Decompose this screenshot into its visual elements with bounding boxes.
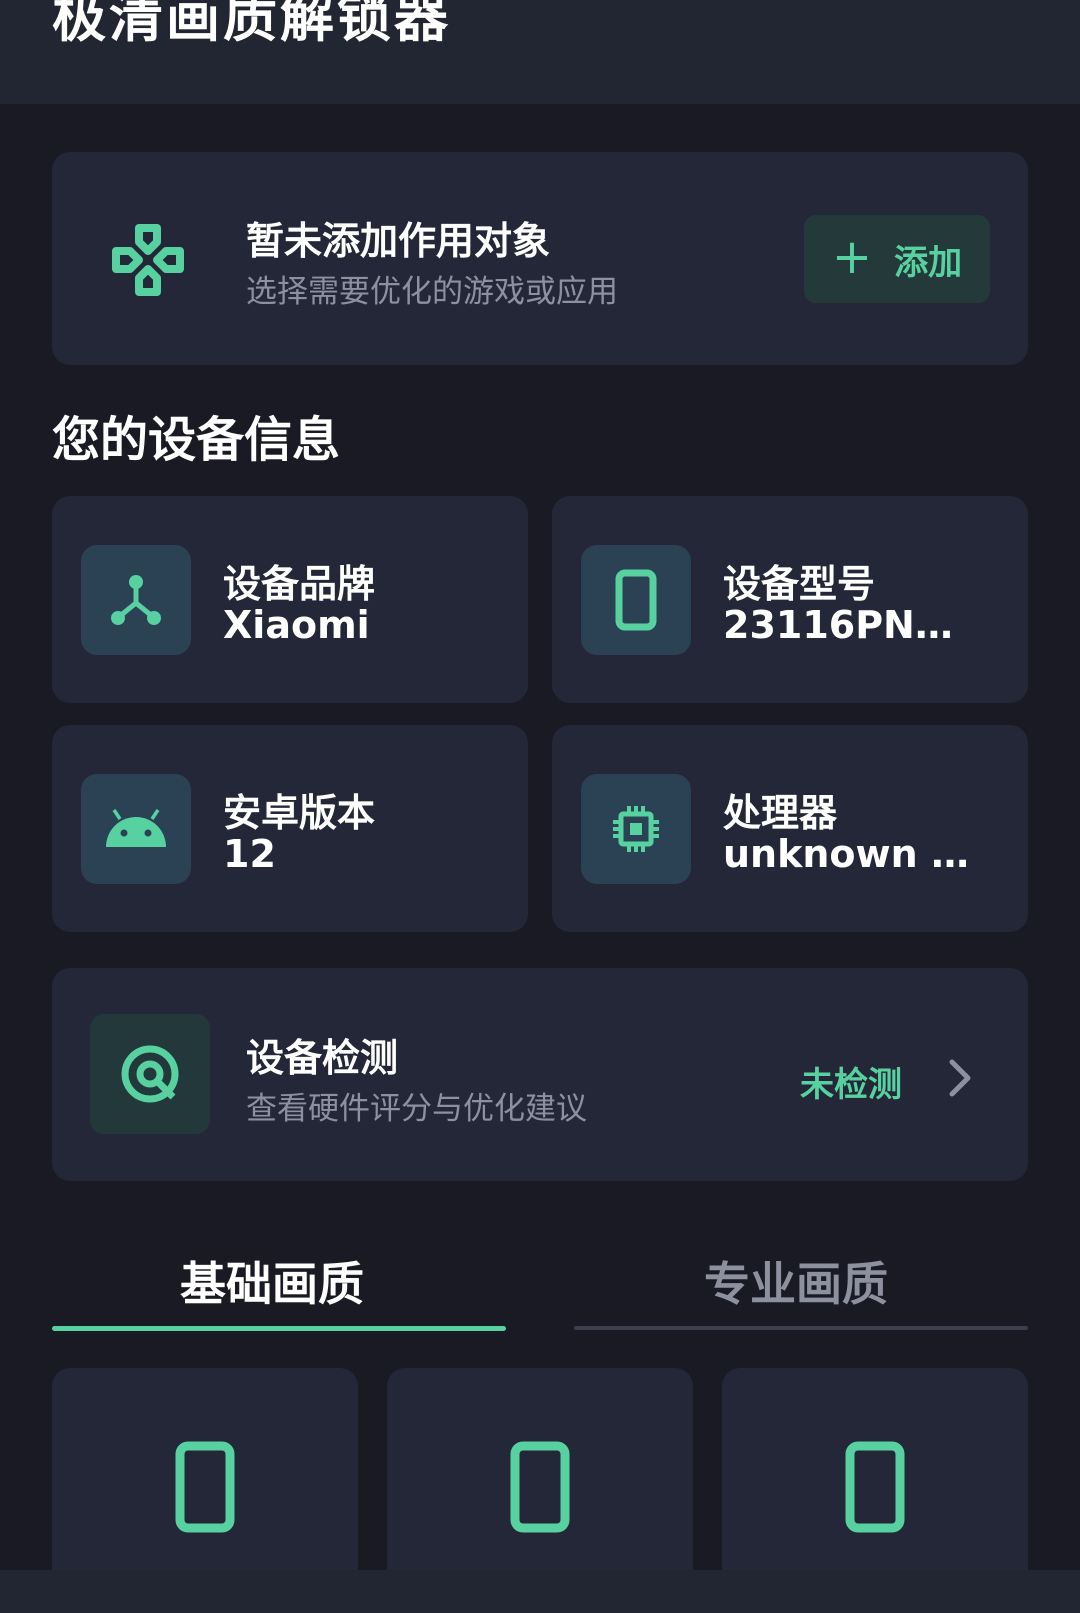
- android-icon: [106, 809, 166, 847]
- app-bar: 极清画质解锁器: [0, 0, 1080, 104]
- tab-basic-quality[interactable]: 基础画质: [180, 1248, 364, 1314]
- target-icon: [121, 1045, 179, 1103]
- android-version-label: 安卓版本: [223, 791, 376, 835]
- detect-status: 未检测: [800, 1065, 902, 1105]
- add-target-button[interactable]: + 添加: [804, 215, 990, 303]
- android-icon-box: [81, 774, 191, 884]
- branch-icon-box: [81, 545, 191, 655]
- device-info-heading: 您的设备信息: [52, 412, 341, 468]
- phone-icon-box: [581, 545, 691, 655]
- chip-icon: [613, 806, 659, 852]
- chip-icon-box: [581, 774, 691, 884]
- phone-icon: [510, 1441, 570, 1533]
- phone-icon: [615, 569, 657, 631]
- device-brand-value: Xiaomi: [223, 603, 370, 647]
- target-icon-box: [90, 1014, 210, 1134]
- app-title: 极清画质解锁器: [52, 0, 451, 49]
- add-button-label: 添加: [894, 242, 963, 283]
- target-subtitle: 选择需要优化的游戏或应用: [246, 274, 618, 310]
- target-title: 暂未添加作用对象: [246, 219, 551, 263]
- device-model-value: 23116PN5BC: [723, 603, 973, 647]
- chevron-right-icon: [949, 1059, 971, 1097]
- detect-subtitle: 查看硬件评分与优化建议: [246, 1091, 587, 1127]
- device-brand-label: 设备品牌: [223, 562, 376, 606]
- android-version-value: 12: [223, 832, 276, 876]
- processor-label: 处理器: [723, 791, 838, 835]
- tab-pro-quality[interactable]: 专业画质: [704, 1248, 888, 1314]
- phone-icon: [175, 1441, 235, 1533]
- device-model-label: 设备型号: [723, 562, 876, 606]
- gamepad-icon: [112, 224, 184, 296]
- branch-icon: [111, 575, 161, 625]
- plus-icon: +: [831, 229, 873, 285]
- bottom-bar: [0, 1570, 1080, 1613]
- tab-indicator-active: [52, 1326, 506, 1331]
- detect-title: 设备检测: [246, 1036, 399, 1080]
- phone-icon: [845, 1441, 905, 1533]
- processor-value: unknown un…: [723, 832, 973, 876]
- tab-indicator-inactive: [574, 1326, 1028, 1330]
